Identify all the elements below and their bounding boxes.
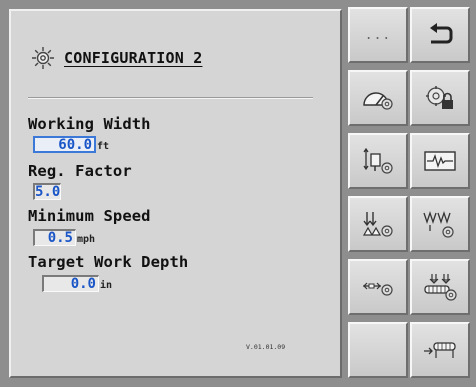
flow-settings-icon <box>363 282 393 296</box>
speed-settings-button[interactable] <box>348 70 408 126</box>
minimum-speed-unit: mph <box>77 234 96 245</box>
back-arrow-icon <box>430 23 453 44</box>
page-title: CONFIGURATION 2 <box>64 49 203 67</box>
working-width-label: Working Width <box>28 115 151 133</box>
target-work-depth-input[interactable]: 0.0 <box>42 275 99 292</box>
reg-factor-label: Reg. Factor <box>28 162 132 180</box>
conveyor-settings-icon <box>424 274 457 301</box>
empty-softkey <box>348 322 408 378</box>
page-header: CONFIGURATION 2 <box>30 44 202 72</box>
reg-factor-field[interactable]: 5.0 <box>33 183 61 200</box>
locked-settings-icon <box>426 86 453 109</box>
flow-settings-button[interactable] <box>348 259 408 315</box>
signal-waveform-icon <box>424 151 456 171</box>
conveyor-input-button[interactable] <box>410 322 470 378</box>
terminal-screen: CONFIGURATION 2 Working Width 60.0 ft Re… <box>0 0 476 387</box>
conveyor-input-icon <box>424 342 456 358</box>
seed-delivery-settings-icon <box>362 212 393 237</box>
back-button[interactable] <box>410 7 470 63</box>
target-work-depth-unit: in <box>100 280 113 291</box>
minimum-speed-field[interactable]: 0.5 mph <box>33 229 95 246</box>
minimum-speed-input[interactable]: 0.5 <box>33 229 76 246</box>
implement-height-settings-icon <box>363 147 393 174</box>
downforce-settings-button[interactable] <box>410 196 470 252</box>
software-version: V.01.01.09 <box>246 343 286 351</box>
seed-delivery-settings-button[interactable] <box>348 196 408 252</box>
target-work-depth-field[interactable]: 0.0 in <box>42 275 112 292</box>
working-width-unit: ft <box>97 141 110 152</box>
more-button[interactable]: ... <box>348 7 408 63</box>
target-work-depth-label: Target Work Depth <box>28 253 189 271</box>
speed-gauge-settings-icon <box>363 92 393 110</box>
working-width-field[interactable]: 60.0 ft <box>33 136 109 153</box>
conveyor-settings-button[interactable] <box>410 259 470 315</box>
implement-height-settings-button[interactable] <box>348 133 408 189</box>
gear-icon <box>32 47 54 69</box>
more-dots-icon: ... <box>364 27 392 43</box>
header-divider <box>28 97 313 99</box>
minimum-speed-label: Minimum Speed <box>28 207 151 225</box>
diagnostics-button[interactable] <box>410 133 470 189</box>
downforce-settings-icon <box>423 210 454 238</box>
reg-factor-input[interactable]: 5.0 <box>33 183 61 200</box>
working-width-input[interactable]: 60.0 <box>33 136 96 153</box>
locked-settings-button[interactable] <box>410 70 470 126</box>
